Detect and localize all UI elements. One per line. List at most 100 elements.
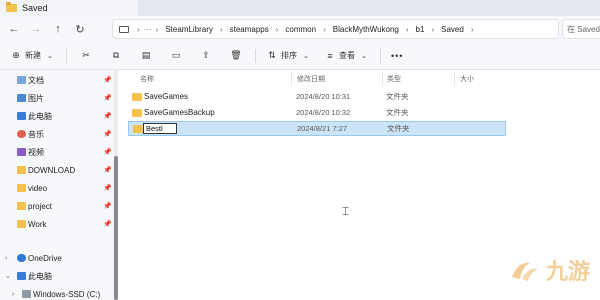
folder-icon (6, 2, 17, 12)
breadcrumb-item[interactable]: b1 (411, 25, 430, 34)
new-label: 新建 (25, 51, 41, 60)
sidebar-item-label: 此电脑 (28, 111, 52, 121)
file-type: 文件夹 (386, 92, 409, 101)
column-header-name[interactable]: 名称 (140, 72, 154, 86)
more-icon: ••• (391, 50, 404, 61)
sidebar-item-label: Work (28, 219, 47, 229)
rename-input[interactable]: Bestl (143, 123, 177, 134)
column-header-date[interactable]: 修改日期 (297, 72, 325, 86)
view-icon: ≡ (327, 50, 333, 61)
file-name: SaveGames (144, 92, 189, 101)
file-row[interactable]: SaveGamesBackup 2024/8/20 10:32 文件夹 (128, 105, 506, 120)
breadcrumb-item[interactable]: common (280, 25, 321, 34)
sort-label: 排序 (281, 51, 297, 60)
column-divider[interactable] (454, 72, 455, 86)
computer-icon (17, 112, 26, 120)
chevron-down-icon: ⌄ (47, 52, 53, 60)
paste-button[interactable]: ▤ (131, 45, 161, 67)
text-cursor-icon: ⌶ (342, 204, 350, 218)
sidebar-item-video[interactable]: video 📌 (0, 180, 114, 196)
document-icon (17, 76, 26, 84)
pin-icon: 📌 (103, 131, 112, 138)
chevron-down-icon: ⌄ (361, 52, 367, 60)
file-date: 2024/8/20 10:32 (296, 108, 351, 117)
chevron-down-icon: ⌄ (303, 52, 309, 60)
navigation-pane: 文档 📌 图片 📌 此电脑 📌 音乐 📌 视频 📌 DOWNLOAD 📌 vid… (0, 70, 118, 300)
sidebar-item-documents[interactable]: 文档 📌 (0, 72, 114, 88)
folder-icon (132, 108, 142, 117)
more-options-button[interactable]: ••• (385, 45, 409, 67)
breadcrumb-item[interactable]: steamapps (225, 25, 274, 34)
rename-button[interactable]: ▭ (161, 45, 191, 67)
column-divider[interactable] (291, 72, 292, 86)
delete-button[interactable]: 🗑 (221, 45, 251, 67)
sidebar-item-download[interactable]: DOWNLOAD 📌 (0, 162, 114, 178)
copy-icon: ⧉ (112, 50, 120, 60)
pin-icon: 📌 (103, 203, 112, 210)
arrow-left-icon[interactable]: ← (3, 18, 25, 40)
sidebar-item-music[interactable]: 音乐 📌 (0, 126, 114, 142)
copy-button[interactable]: ⧉ (101, 45, 131, 67)
sidebar-item-project[interactable]: project 📌 (0, 198, 114, 214)
refresh-icon[interactable]: ↻ (69, 18, 91, 40)
monitor-icon (119, 25, 129, 33)
plus-circle-icon: ⊕ (12, 50, 20, 60)
sidebar-item-label: 音乐 (28, 129, 44, 139)
sidebar-item-label: 文档 (28, 75, 44, 85)
sidebar-item-pictures[interactable]: 图片 📌 (0, 90, 114, 106)
sidebar-item-label: OneDrive (28, 253, 62, 263)
chevron-down-icon[interactable]: ⌄ (5, 272, 11, 280)
breadcrumb-item[interactable]: BlackMythWukong (328, 25, 404, 34)
share-icon: ⇪ (202, 50, 210, 60)
pin-icon: 📌 (103, 95, 112, 102)
drive-icon (22, 290, 31, 298)
file-row[interactable]: SaveGames 2024/8/20 10:31 文件夹 (128, 89, 506, 104)
chevron-right-icon: › (155, 24, 159, 34)
sidebar-item-onedrive[interactable]: › OneDrive (0, 250, 114, 266)
tab-saved[interactable]: Saved (0, 0, 138, 16)
sidebar-item-this-pc[interactable]: 此电脑 📌 (0, 108, 114, 124)
sidebar-item-label: 此电脑 (28, 271, 52, 281)
file-date: 2024/8/21 7:27 (297, 124, 348, 133)
chevron-right-icon[interactable]: › (5, 255, 7, 262)
cut-button[interactable]: ✂ (71, 45, 101, 67)
chevron-right-icon[interactable]: › (12, 291, 14, 298)
sidebar-item-this-pc-tree[interactable]: ⌄ 此电脑 (0, 268, 114, 284)
toolbar-divider (66, 48, 67, 63)
column-header-size[interactable]: 大小 (460, 72, 474, 86)
view-label: 查看 (339, 51, 355, 60)
new-button[interactable]: ⊕ 新建 ⌄ (4, 45, 62, 67)
column-divider[interactable] (382, 72, 383, 86)
column-header-type[interactable]: 类型 (387, 72, 401, 86)
chevron-right-icon: › (431, 24, 435, 34)
search-input[interactable]: 在 Saved 中 (562, 19, 600, 39)
chevron-right-icon: › (219, 24, 223, 34)
picture-icon (17, 94, 26, 102)
sidebar-item-label: project (28, 201, 53, 211)
folder-icon (132, 92, 142, 101)
pin-icon: 📌 (103, 113, 112, 120)
arrow-up-icon[interactable]: ↑ (47, 18, 69, 40)
share-button[interactable]: ⇪ (191, 45, 221, 67)
file-name: SaveGamesBackup (144, 108, 215, 117)
cloud-icon (17, 254, 26, 262)
arrow-right-icon[interactable]: → (25, 18, 47, 40)
pin-icon: 📌 (103, 77, 112, 84)
sidebar-item-windows-ssd[interactable]: › Windows-SSD (C:) (0, 286, 114, 300)
clipboard-icon: ▤ (141, 50, 151, 60)
folder-icon (17, 166, 26, 174)
watermark-text: 九游 (545, 260, 590, 285)
rename-icon: ▭ (171, 50, 181, 60)
scissors-icon: ✂ (82, 50, 90, 60)
breadcrumb-item[interactable]: SteamLibrary (160, 25, 218, 34)
sort-button[interactable]: ⇅ 排序 ⌄ (260, 45, 318, 67)
view-button[interactable]: ≡ 查看 ⌄ (318, 45, 376, 67)
ellipsis-icon[interactable]: ··· (142, 25, 154, 34)
sidebar-item-work[interactable]: Work 📌 (0, 216, 114, 232)
sidebar-item-videos[interactable]: 视频 📌 (0, 144, 114, 160)
address-bar[interactable]: › ··· › SteamLibrary › steamapps › commo… (112, 19, 559, 39)
breadcrumb-item[interactable]: Saved (436, 25, 469, 34)
pin-icon: 📌 (103, 185, 112, 192)
file-row-selected[interactable]: Bestl 2024/8/21 7:27 文件夹 (128, 121, 506, 136)
navigation-bar: ← → ↑ ↻ › ··· › SteamLibrary › steamapps… (0, 16, 600, 42)
